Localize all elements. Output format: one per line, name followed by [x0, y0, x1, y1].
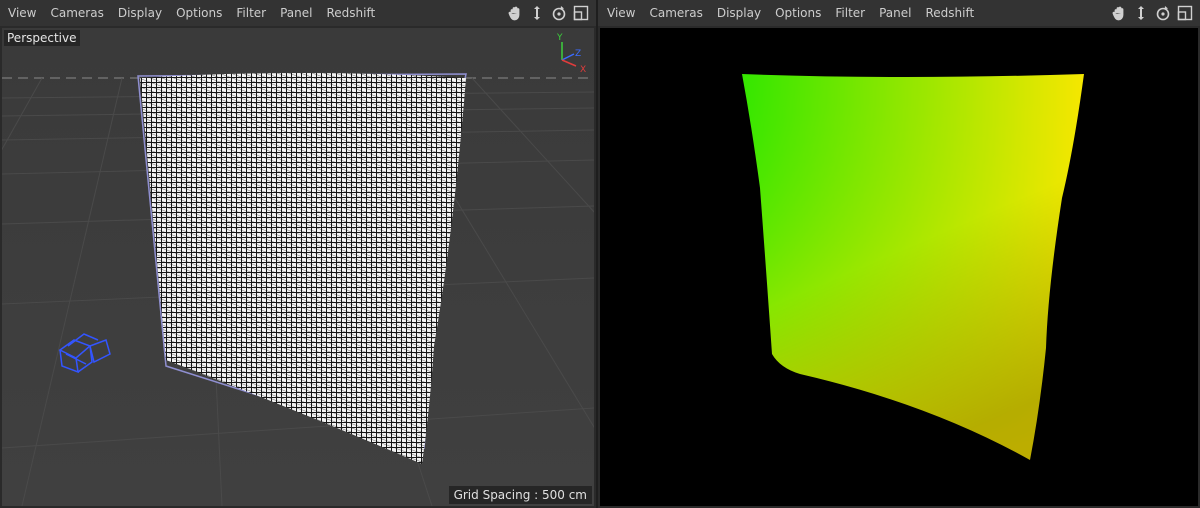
maximize-view-icon[interactable] — [572, 4, 590, 22]
right-nav-icons — [1110, 4, 1194, 22]
axis-z-label: Z — [575, 49, 581, 59]
rotate-icon[interactable] — [1154, 4, 1172, 22]
menu-cameras[interactable]: Cameras — [43, 0, 110, 26]
menu-view[interactable]: View — [0, 0, 43, 26]
menu-panel[interactable]: Panel — [872, 0, 918, 26]
menu-view[interactable]: View — [598, 0, 642, 26]
menu-display[interactable]: Display — [111, 0, 169, 26]
menu-display[interactable]: Display — [710, 0, 768, 26]
hand-move-icon[interactable] — [506, 4, 524, 22]
menu-filter[interactable]: Filter — [229, 0, 273, 26]
right-viewport-panel: View Cameras Display Options Filter Pane… — [598, 0, 1200, 508]
menu-redshift[interactable]: Redshift — [918, 0, 981, 26]
menu-filter[interactable]: Filter — [828, 0, 872, 26]
render-scene — [600, 28, 1198, 506]
rotate-icon[interactable] — [550, 4, 568, 22]
menu-cameras[interactable]: Cameras — [642, 0, 709, 26]
menu-panel[interactable]: Panel — [273, 0, 319, 26]
axis-y-label: Y — [556, 33, 563, 43]
menu-redshift[interactable]: Redshift — [319, 0, 382, 26]
perspective-viewport[interactable]: Y Z X Perspective Grid Spacing : 500 cm — [2, 28, 594, 506]
left-menubar: View Cameras Display Options Filter Pane… — [0, 0, 596, 26]
viewport-scene: Y Z X — [2, 28, 594, 506]
arrow-move-icon[interactable] — [528, 4, 546, 22]
menu-options[interactable]: Options — [169, 0, 229, 26]
grid-spacing-label: Grid Spacing : 500 cm — [448, 486, 592, 504]
arrow-move-icon[interactable] — [1132, 4, 1150, 22]
maximize-view-icon[interactable] — [1176, 4, 1194, 22]
render-viewport[interactable] — [600, 28, 1198, 506]
left-viewport-panel: View Cameras Display Options Filter Pane… — [0, 0, 596, 508]
viewport-title[interactable]: Perspective — [4, 30, 80, 46]
left-nav-icons — [506, 4, 590, 22]
axis-x-label: X — [580, 65, 586, 75]
hand-move-icon[interactable] — [1110, 4, 1128, 22]
menu-options[interactable]: Options — [768, 0, 828, 26]
right-menubar: View Cameras Display Options Filter Pane… — [598, 0, 1200, 26]
